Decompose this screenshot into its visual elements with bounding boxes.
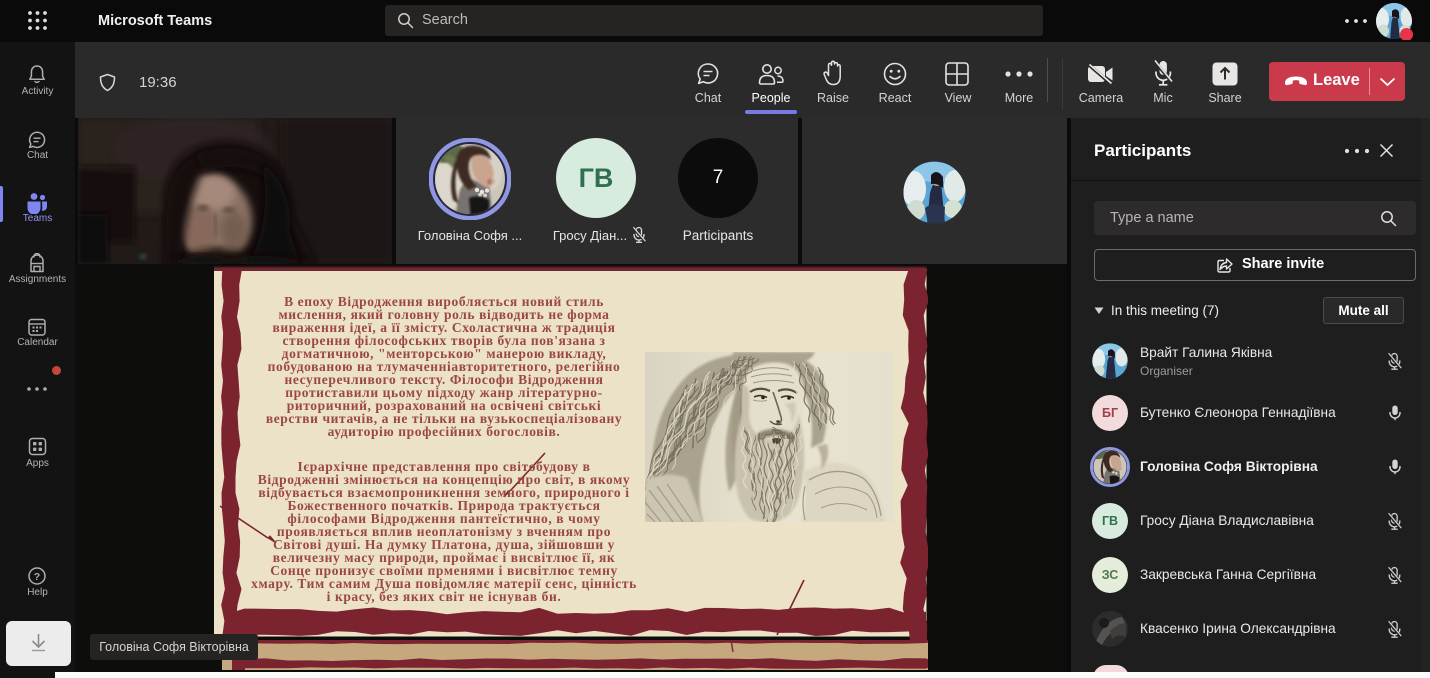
svg-text:?: ? <box>34 571 40 583</box>
